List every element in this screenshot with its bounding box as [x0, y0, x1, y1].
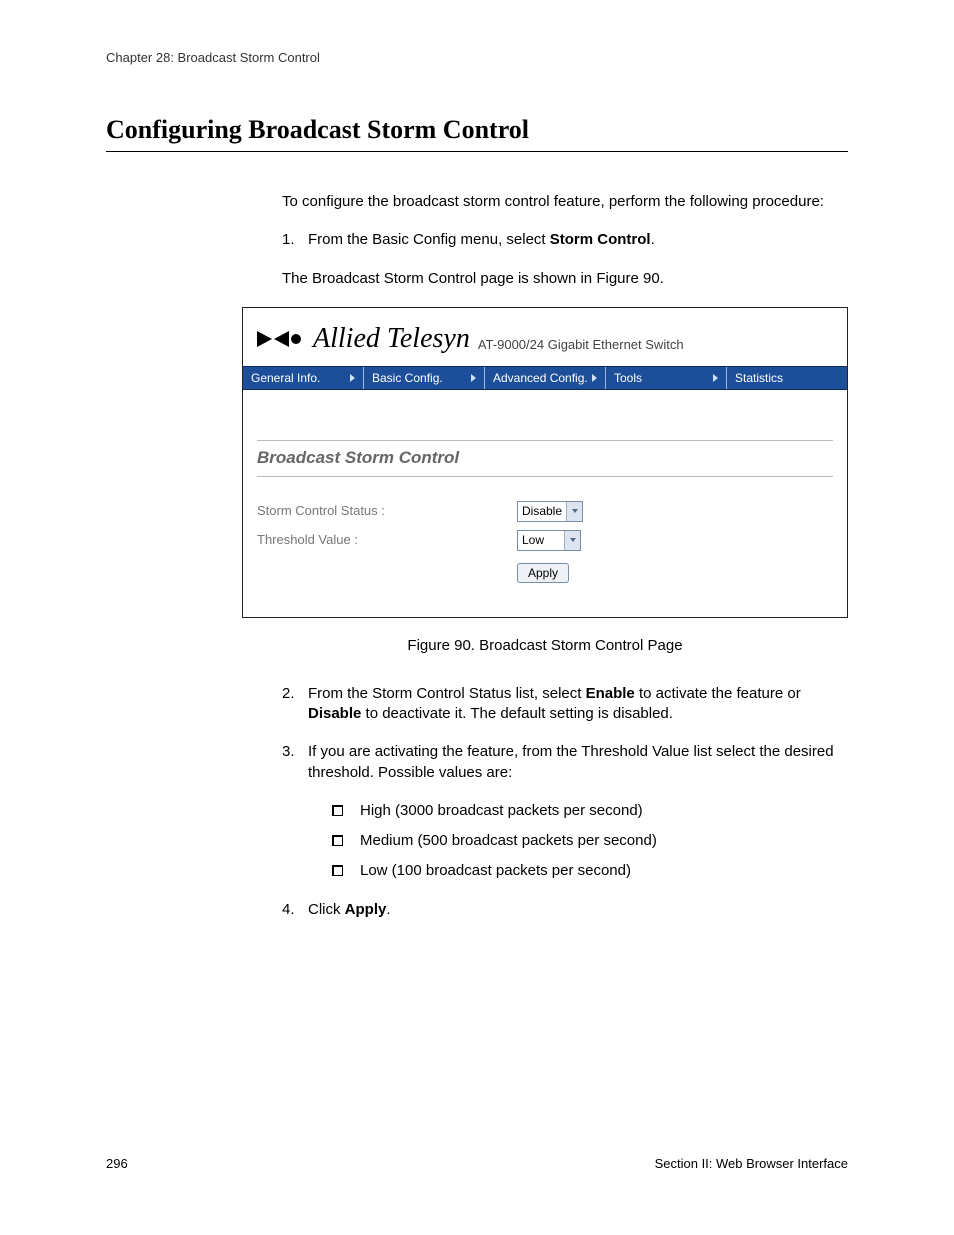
step-2: 2. From the Storm Control Status list, s… — [282, 684, 848, 725]
step4-bold-apply: Apply — [345, 901, 387, 918]
chevron-right-icon — [350, 374, 355, 382]
step-number: 1. — [282, 230, 308, 250]
step2-bold-disable: Disable — [308, 705, 361, 722]
nav-tab-statistics[interactable]: Statistics — [727, 367, 847, 389]
step1-result: The Broadcast Storm Control page is show… — [282, 269, 848, 289]
nav-tab-basic-config[interactable]: Basic Config. — [364, 367, 485, 389]
step2-text-c: to deactivate it. The default setting is… — [361, 705, 673, 722]
chapter-header: Chapter 28: Broadcast Storm Control — [106, 50, 848, 65]
step-1: 1. From the Basic Config menu, select St… — [282, 230, 848, 250]
brand-name: Allied Telesyn — [313, 320, 470, 358]
list-item: Low (100 broadcast packets per second) — [332, 861, 848, 881]
chevron-right-icon — [471, 374, 476, 382]
figure-screenshot: Allied Telesyn AT-9000/24 Gigabit Ethern… — [242, 307, 848, 618]
step2-bold-enable: Enable — [586, 685, 635, 702]
list-item: High (3000 broadcast packets per second) — [332, 801, 848, 821]
threshold-options-list: High (3000 broadcast packets per second)… — [332, 801, 848, 882]
nav-tab-label: Basic Config. — [372, 370, 443, 386]
nav-tab-label: General Info. — [251, 370, 320, 386]
nav-bar: General Info. Basic Config. Advanced Con… — [243, 366, 847, 390]
page-number: 296 — [106, 1156, 128, 1171]
step-number: 4. — [282, 900, 308, 920]
select-value: Low — [518, 532, 564, 548]
threshold-label: Threshold Value : — [257, 531, 517, 549]
nav-tab-label: Advanced Config. — [493, 370, 588, 386]
step-4: 4. Click Apply. — [282, 900, 848, 920]
brand-bar: Allied Telesyn AT-9000/24 Gigabit Ethern… — [243, 308, 847, 366]
nav-tab-label: Statistics — [735, 370, 783, 386]
nav-tab-label: Tools — [614, 370, 642, 386]
brand-logo-icon — [257, 331, 301, 347]
step2-text-b: to activate the feature or — [635, 685, 801, 702]
step4-text-b: . — [386, 901, 390, 918]
select-value: Disable — [518, 503, 566, 519]
brand-subtitle: AT-9000/24 Gigabit Ethernet Switch — [478, 336, 684, 354]
step2-text-a: From the Storm Control Status list, sele… — [308, 685, 586, 702]
chevron-down-icon — [564, 531, 580, 550]
intro-paragraph: To configure the broadcast storm control… — [282, 192, 848, 212]
step-number: 3. — [282, 742, 308, 783]
figure-caption: Figure 90. Broadcast Storm Control Page — [242, 636, 848, 656]
panel-heading: Broadcast Storm Control — [257, 440, 833, 477]
apply-button[interactable]: Apply — [517, 563, 569, 583]
chevron-right-icon — [592, 374, 597, 382]
list-item: Medium (500 broadcast packets per second… — [332, 831, 848, 851]
step1-bold: Storm Control — [550, 231, 651, 248]
storm-control-status-select[interactable]: Disable — [517, 501, 583, 522]
step-3: 3. If you are activating the feature, fr… — [282, 742, 848, 783]
nav-tab-general-info[interactable]: General Info. — [243, 367, 364, 389]
threshold-value-select[interactable]: Low — [517, 530, 581, 551]
section-title: Configuring Broadcast Storm Control — [106, 115, 848, 152]
step1-text-a: From the Basic Config menu, select — [308, 231, 550, 248]
step1-text-b: . — [651, 231, 655, 248]
nav-tab-advanced-config[interactable]: Advanced Config. — [485, 367, 606, 389]
chevron-right-icon — [713, 374, 718, 382]
step4-text-a: Click — [308, 901, 345, 918]
step-number: 2. — [282, 684, 308, 725]
nav-tab-tools[interactable]: Tools — [606, 367, 727, 389]
status-label: Storm Control Status : — [257, 502, 517, 520]
chevron-down-icon — [566, 502, 582, 521]
footer-section: Section II: Web Browser Interface — [655, 1156, 848, 1171]
